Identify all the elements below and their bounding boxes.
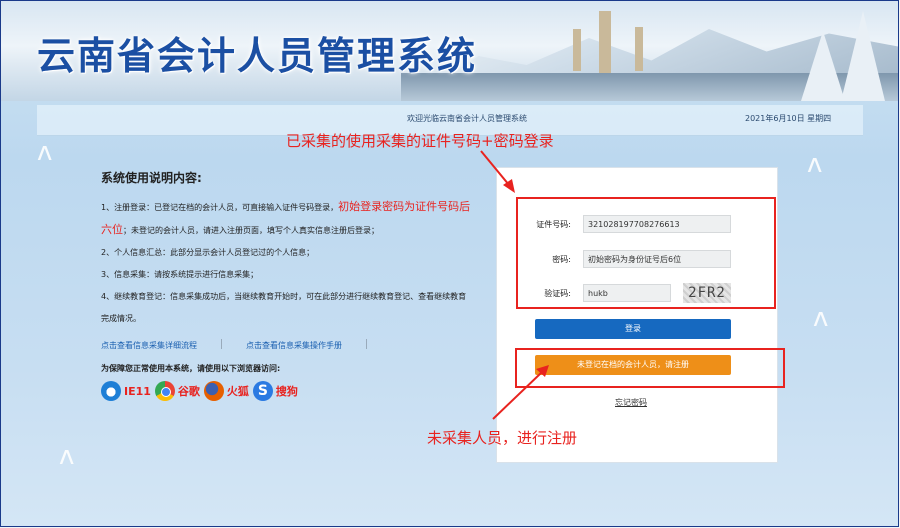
register-arrow-line (492, 372, 542, 420)
login-arrow-line (480, 150, 510, 186)
annotation-arrows (480, 150, 549, 420)
page-frame: 云南省会计人员管理系统 欢迎光临云南省会计人员管理系统 2021年6月10日 星… (0, 0, 899, 527)
